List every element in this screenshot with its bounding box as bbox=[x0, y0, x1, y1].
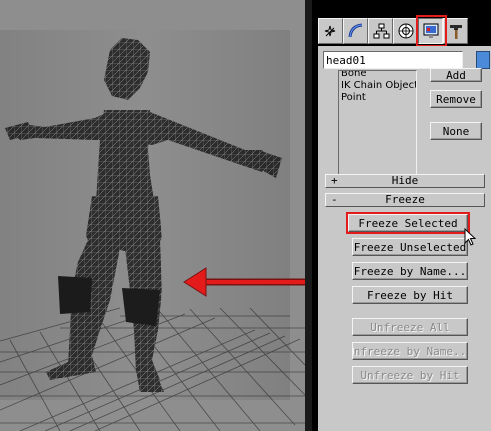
freeze-by-name-button[interactable]: Freeze by Name... bbox=[352, 262, 468, 280]
modify-icon bbox=[348, 23, 362, 38]
viewport-canvas bbox=[0, 30, 305, 431]
command-panel-tabs bbox=[318, 15, 491, 47]
create-icon bbox=[324, 25, 335, 37]
display-icon bbox=[423, 23, 438, 38]
hide-rollout-header[interactable]: + Hide bbox=[325, 174, 485, 188]
utilities-tab[interactable] bbox=[443, 18, 468, 44]
none-button[interactable]: None bbox=[430, 122, 482, 140]
unfreeze-by-name-button[interactable]: Unfreeze by Name... bbox=[352, 342, 468, 360]
display-tab[interactable] bbox=[418, 18, 443, 44]
hide-rollout-title: Hide bbox=[391, 174, 419, 187]
list-item[interactable]: Point bbox=[339, 92, 416, 104]
display-panel: Bone IK Chain Object Point Add Remove No… bbox=[318, 46, 491, 431]
viewport-divider[interactable] bbox=[305, 0, 312, 431]
freeze-by-hit-button[interactable]: Freeze by Hit bbox=[352, 286, 468, 304]
hierarchy-icon bbox=[373, 23, 389, 39]
unfreeze-by-hit-button[interactable]: Unfreeze by Hit bbox=[352, 366, 468, 384]
object-name-field[interactable] bbox=[323, 51, 463, 69]
utilities-icon bbox=[449, 25, 462, 39]
mouse-pointer-icon bbox=[464, 228, 477, 246]
viewport[interactable] bbox=[0, 0, 305, 431]
motion-icon bbox=[398, 23, 413, 39]
add-button[interactable]: Add bbox=[430, 68, 482, 82]
list-item[interactable]: IK Chain Object bbox=[339, 80, 416, 92]
motion-tab[interactable] bbox=[393, 18, 418, 44]
create-tab[interactable] bbox=[318, 18, 343, 44]
object-type-list[interactable]: Bone IK Chain Object Point bbox=[338, 70, 417, 179]
object-color-swatch[interactable] bbox=[476, 51, 490, 69]
hierarchy-tab[interactable] bbox=[368, 18, 393, 44]
character-mesh[interactable] bbox=[0, 30, 290, 400]
remove-button[interactable]: Remove bbox=[430, 90, 482, 108]
freeze-rollout-title: Freeze bbox=[385, 193, 425, 206]
freeze-unselected-button[interactable]: Freeze Unselected bbox=[352, 238, 468, 256]
freeze-selected-button[interactable]: Freeze Selected bbox=[348, 214, 468, 232]
list-item[interactable]: Bone bbox=[339, 71, 416, 80]
freeze-rollout-header[interactable]: - Freeze bbox=[325, 193, 485, 207]
modify-tab[interactable] bbox=[343, 18, 368, 44]
unfreeze-all-button[interactable]: Unfreeze All bbox=[352, 318, 468, 336]
command-panel: Bone IK Chain Object Point Add Remove No… bbox=[312, 0, 491, 431]
